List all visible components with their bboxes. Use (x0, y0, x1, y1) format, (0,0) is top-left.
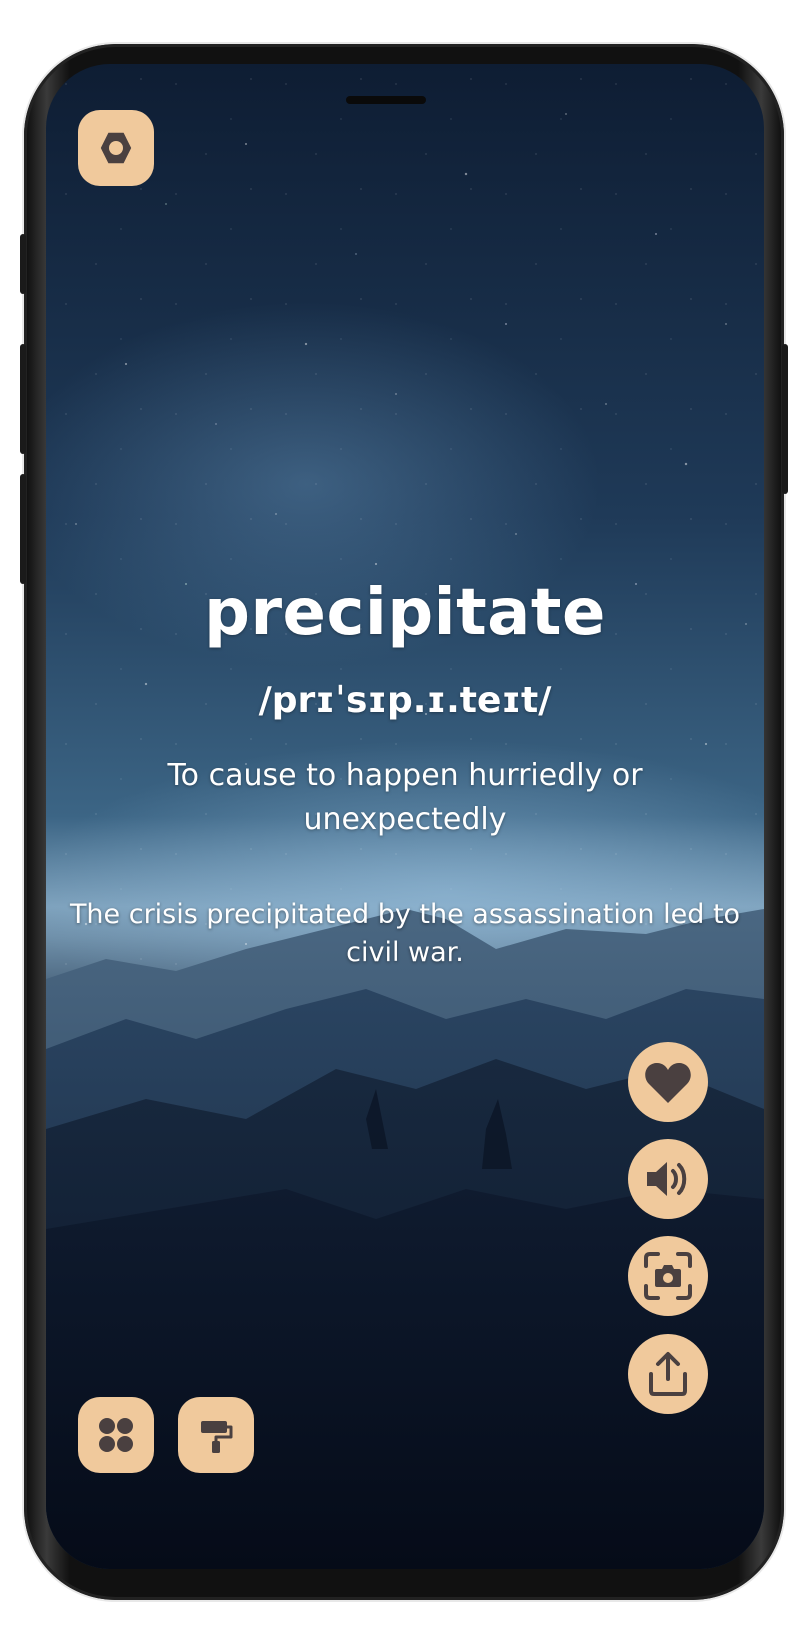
word-definition: To cause to happen hurriedly or unexpect… (167, 758, 643, 837)
categories-button[interactable] (78, 1397, 154, 1473)
word-example: The crisis precipitated by the assassina… (69, 899, 741, 968)
word-phonetic: /prɪˈsɪp.ɪ.teɪt/ (258, 680, 552, 721)
grid-icon (99, 1418, 133, 1452)
speaker-notch (346, 96, 426, 104)
app-screen: precipitate /prɪˈsɪp.ɪ.teɪt/ To cause to… (46, 64, 764, 1569)
themes-button[interactable] (178, 1397, 254, 1473)
share-icon (649, 1352, 687, 1396)
screenshot-button[interactable] (628, 1236, 708, 1316)
heart-icon (645, 1062, 691, 1103)
speaker-icon (647, 1162, 687, 1196)
paint-roller-icon (201, 1421, 233, 1453)
favorite-button[interactable] (628, 1042, 708, 1122)
word-title: precipitate (204, 576, 606, 650)
volume-up-button (20, 344, 26, 454)
mountain-landscape (46, 909, 764, 1569)
settings-hex-icon (100, 132, 132, 164)
power-button (782, 344, 788, 494)
mute-switch (20, 234, 26, 294)
share-button[interactable] (628, 1334, 708, 1414)
speak-button[interactable] (628, 1139, 708, 1219)
volume-down-button (20, 474, 26, 584)
settings-button[interactable] (78, 110, 154, 186)
camera-icon (644, 1252, 692, 1300)
